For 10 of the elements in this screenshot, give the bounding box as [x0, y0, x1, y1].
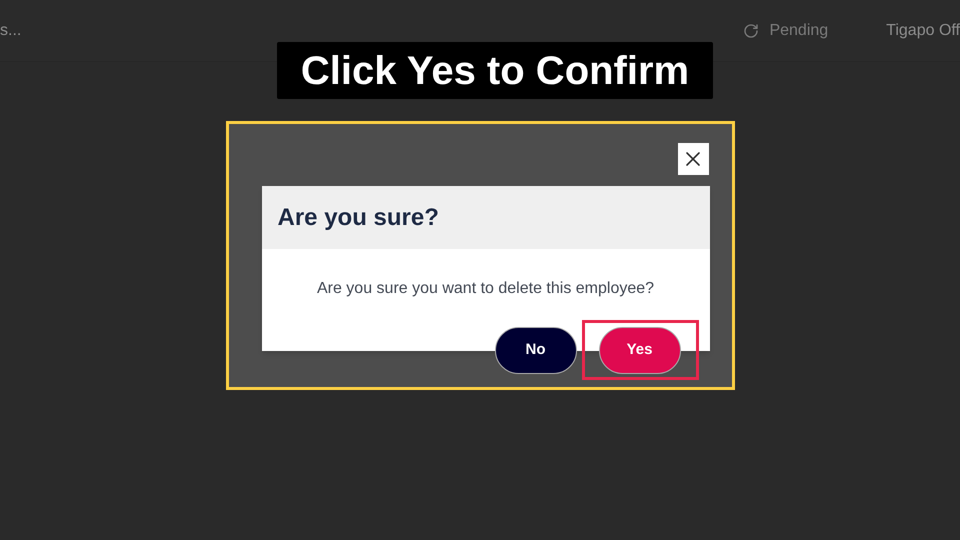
refresh-icon: [743, 22, 760, 38]
close-button[interactable]: [678, 143, 708, 175]
confirm-button[interactable]: Yes: [598, 326, 680, 374]
dialog-message: Are you sure you want to delete this employee?: [316, 279, 654, 299]
caption: Click Yes to Confirm: [277, 42, 713, 99]
truncated-label: s...: [0, 20, 22, 40]
cancel-button[interactable]: No: [494, 326, 576, 374]
dialog-title: Are you sure?: [278, 202, 439, 232]
account-name: Tigapo Off: [886, 20, 960, 40]
status-label: Pending: [769, 20, 828, 40]
